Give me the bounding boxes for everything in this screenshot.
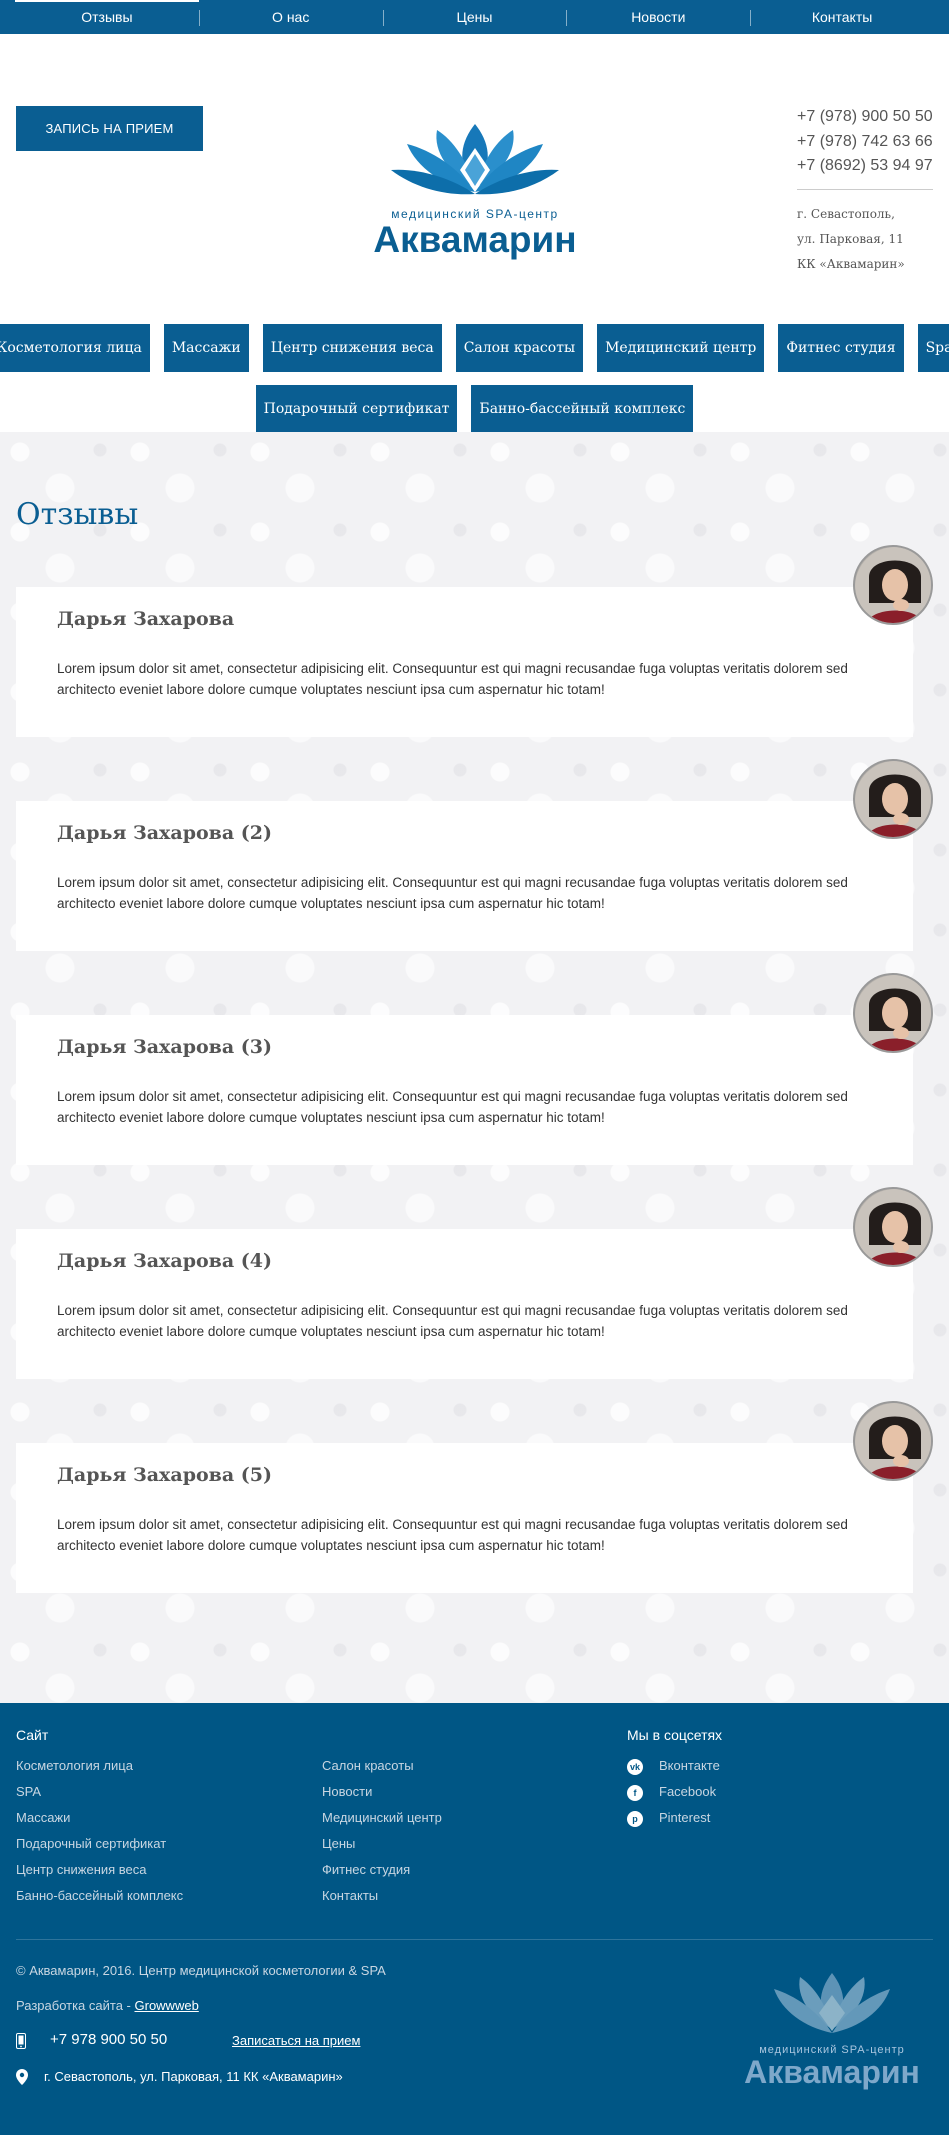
- pinterest-icon[interactable]: p: [627, 1811, 643, 1827]
- logo-name: Аквамарин: [373, 219, 576, 260]
- nav-news[interactable]: Новости: [566, 0, 750, 34]
- footer-link[interactable]: Салон красоты: [322, 1758, 414, 1773]
- avatar: [853, 759, 933, 839]
- footer-link[interactable]: Медицинский центр: [322, 1810, 442, 1825]
- facebook-icon[interactable]: f: [627, 1785, 643, 1801]
- services-row: Подарочный сертификат Банно-бассейный ко…: [0, 385, 949, 433]
- review-text: Lorem ipsum dolor sit amet, consectetur …: [57, 875, 848, 911]
- avatar: [853, 545, 933, 625]
- header-address-line-1: г. Севастополь,: [797, 206, 895, 221]
- service-beauty-salon[interactable]: Салон красоты: [455, 324, 584, 372]
- divider: [797, 188, 933, 190]
- nav-prices[interactable]: Цены: [382, 0, 567, 34]
- avatar: [853, 1401, 933, 1481]
- review-author: Дарья Захарова (4): [57, 1250, 272, 1272]
- review-text: Lorem ipsum dolor sit amet, consectetur …: [57, 1089, 848, 1125]
- footer-site-title: Сайт: [16, 1727, 49, 1743]
- footer-link[interactable]: Фитнес студия: [322, 1862, 410, 1877]
- nav-reviews[interactable]: Отзывы: [15, 0, 199, 34]
- top-nav: Отзывы О нас Цены Новости Контакты: [0, 0, 949, 34]
- service-cosmetology[interactable]: Косметология лица: [0, 324, 150, 372]
- nav-contacts[interactable]: Контакты: [750, 0, 934, 34]
- review-text: Lorem ipsum dolor sit amet, consectetur …: [57, 1303, 848, 1339]
- footer-link[interactable]: Контакты: [322, 1888, 378, 1903]
- header-phone-3[interactable]: +7 (8692) 53 94 97: [797, 154, 933, 179]
- service-weight-loss[interactable]: Центр снижения веса: [262, 324, 442, 372]
- review-card: Дарья Захарова (4) Lorem ipsum dolor sit…: [16, 1229, 913, 1379]
- header: ЗАПИСЬ НА ПРИЕМ медицинский SPA-центр Ак…: [0, 34, 949, 433]
- review-author: Дарья Захарова (3): [57, 1036, 272, 1058]
- service-medical-center[interactable]: Медицинский центр: [597, 324, 765, 372]
- review-author: Дарья Захарова (5): [57, 1464, 272, 1486]
- footer-logo: медицинский SPA-центр Аквамарин: [744, 1973, 920, 2090]
- avatar: [853, 1187, 933, 1267]
- footer-divider: [16, 1939, 933, 1940]
- nav-about[interactable]: О нас: [198, 0, 383, 34]
- avatar: [853, 973, 933, 1053]
- review-author: Дарья Захарова (2): [57, 822, 272, 844]
- logo[interactable]: медицинский SPA-центр Аквамарин: [355, 122, 595, 262]
- lotus-icon: [391, 124, 559, 195]
- header-address-line-3: КК «Аквамарин»: [797, 256, 905, 271]
- vk-icon[interactable]: vk: [627, 1759, 643, 1775]
- lotus-icon: [774, 1973, 890, 2033]
- reviews-section: Отзывы Дарья Захарова Lorem ipsum dolor …: [0, 432, 949, 1703]
- footer-link[interactable]: Массажи: [16, 1810, 70, 1825]
- service-fitness[interactable]: Фитнес студия: [778, 324, 904, 372]
- review-card: Дарья Захарова Lorem ipsum dolor sit ame…: [16, 587, 913, 737]
- header-address-line-2: ул. Парковая, 11: [797, 231, 904, 246]
- service-gift-certificate[interactable]: Подарочный сертификат: [255, 385, 458, 433]
- review-author: Дарья Захарова: [57, 608, 235, 630]
- footer-link[interactable]: Подарочный сертификат: [16, 1836, 166, 1851]
- service-massage[interactable]: Массажи: [163, 324, 249, 372]
- location-pin-icon: [16, 2069, 28, 2085]
- footer: Сайт Косметология лица SPA Массажи Подар…: [0, 1703, 949, 2135]
- review-card: Дарья Захарова (5) Lorem ipsum dolor sit…: [16, 1443, 913, 1593]
- header-contacts: +7 (978) 900 50 50 +7 (978) 742 63 66 +7…: [797, 105, 933, 277]
- footer-logo-name: Аквамарин: [744, 2054, 920, 2090]
- review-card: Дарья Захарова (2) Lorem ipsum dolor sit…: [16, 801, 913, 951]
- copyright: © Аквамарин, 2016. Центр медицинской кос…: [16, 1963, 386, 1978]
- social-link-pinterest[interactable]: Pinterest: [659, 1810, 710, 1825]
- header-phone-1[interactable]: +7 (978) 900 50 50: [797, 105, 933, 130]
- footer-link[interactable]: Банно-бассейный комплекс: [16, 1888, 183, 1903]
- footer-link[interactable]: Цены: [322, 1836, 355, 1851]
- footer-appointment-link[interactable]: Записаться на прием: [232, 2033, 360, 2048]
- review-card: Дарья Захарова (3) Lorem ipsum dolor sit…: [16, 1015, 913, 1165]
- review-text: Lorem ipsum dolor sit amet, consectetur …: [57, 661, 848, 697]
- service-spa[interactable]: Spa: [917, 324, 949, 372]
- footer-link[interactable]: Косметология лица: [16, 1758, 133, 1773]
- developer-credit: Разработка сайта - Growwweb: [16, 1998, 199, 2013]
- developer-link[interactable]: Growwweb: [135, 1998, 199, 2013]
- social-link-vk[interactable]: Вконтакте: [659, 1758, 720, 1773]
- header-phone-2[interactable]: +7 (978) 742 63 66: [797, 130, 933, 155]
- footer-link[interactable]: SPA: [16, 1784, 41, 1799]
- page-title: Отзывы: [16, 497, 139, 532]
- services-menu: Косметология лица Массажи Центр снижения…: [0, 324, 949, 446]
- developer-prefix: Разработка сайта -: [16, 1998, 135, 2013]
- footer-phone[interactable]: +7 978 900 50 50: [50, 2031, 167, 2048]
- service-bath-pool[interactable]: Банно-бассейный комплекс: [471, 385, 694, 433]
- footer-link[interactable]: Центр снижения веса: [16, 1862, 147, 1877]
- footer-social-title: Мы в соцсетях: [627, 1727, 723, 1743]
- services-row: Косметология лица Массажи Центр снижения…: [0, 324, 949, 372]
- phone-icon: [16, 2033, 26, 2049]
- appointment-button[interactable]: ЗАПИСЬ НА ПРИЕМ: [16, 106, 203, 151]
- review-text: Lorem ipsum dolor sit amet, consectetur …: [57, 1517, 848, 1553]
- footer-address: г. Севастополь, ул. Парковая, 11 КК «Акв…: [44, 2069, 343, 2084]
- social-link-facebook[interactable]: Facebook: [659, 1784, 716, 1799]
- footer-link[interactable]: Новости: [322, 1784, 372, 1799]
